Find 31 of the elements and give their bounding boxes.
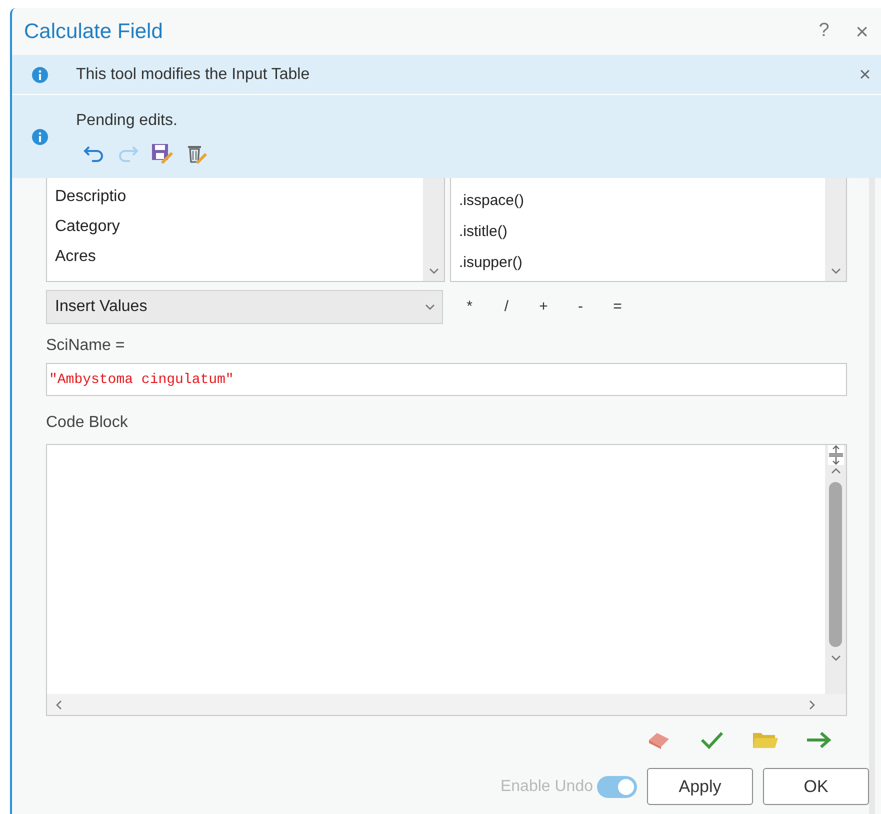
expression-field[interactable]: "Ambystoma cingulatum" bbox=[46, 363, 847, 396]
dialog-button[interactable]: Apply bbox=[647, 768, 753, 805]
info-message: This tool modifies the Input Table bbox=[76, 64, 311, 84]
list-item[interactable]: Descriptio bbox=[55, 182, 423, 212]
dialog-button[interactable]: OK bbox=[763, 768, 869, 805]
operator-button[interactable]: / bbox=[498, 296, 515, 318]
arrow-right-icon[interactable] bbox=[805, 730, 833, 750]
operator-button[interactable]: + bbox=[535, 296, 552, 318]
list-item[interactable]: Category bbox=[55, 212, 423, 242]
info-icon bbox=[32, 128, 48, 144]
list-item[interactable]: Acres bbox=[55, 242, 423, 272]
list-item[interactable]: .isupper() bbox=[459, 248, 825, 279]
close-button[interactable]: × bbox=[847, 15, 877, 48]
checkmark-icon[interactable] bbox=[699, 730, 725, 750]
operator-button[interactable]: * bbox=[461, 296, 478, 318]
list-item[interactable]: .istitle() bbox=[459, 217, 825, 248]
dismiss-button[interactable]: × bbox=[853, 60, 877, 90]
insert-values-dropdown[interactable]: Insert Values bbox=[46, 290, 443, 324]
operator-button[interactable]: - bbox=[572, 296, 589, 318]
enable-undo-label: Enable Undo bbox=[500, 776, 593, 796]
expression-label: SciName = bbox=[46, 336, 126, 356]
list-item[interactable]: .isspace() bbox=[459, 186, 825, 217]
operator-button[interactable]: = bbox=[609, 296, 626, 318]
code-block-label: Code Block bbox=[46, 413, 129, 433]
splitter-icon[interactable] bbox=[828, 445, 844, 465]
window-title: Calculate Field bbox=[24, 18, 164, 45]
scroll-thumb[interactable] bbox=[829, 482, 842, 647]
info-icon bbox=[32, 66, 48, 82]
code-block-field[interactable] bbox=[46, 444, 847, 716]
info-message: Pending edits. bbox=[76, 110, 178, 130]
help-button[interactable]: ? bbox=[809, 17, 839, 46]
